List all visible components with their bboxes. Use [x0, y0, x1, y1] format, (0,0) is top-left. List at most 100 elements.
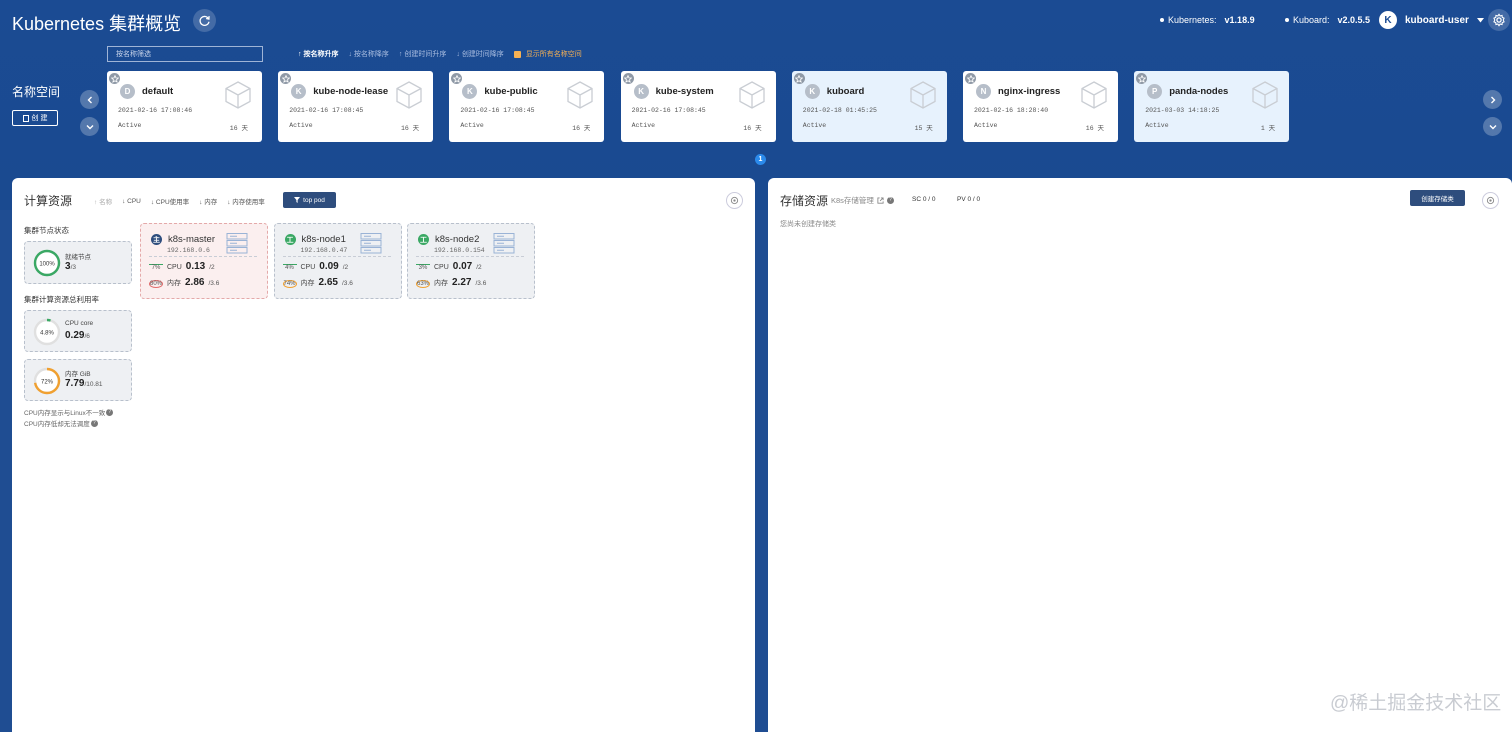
storage-panel: 存储资源 K8s存储管理 ? SC 0 / 0 PV 0 / 0 创建存储类 您… — [768, 178, 1512, 732]
ready-nodes-label: 就绪节点 — [65, 254, 91, 261]
namespace-avatar: K — [633, 84, 649, 99]
node-cpu-row: 4% CPU 0.09/2 — [282, 261, 349, 272]
namespace-avatar: K — [462, 84, 478, 99]
favorite-button[interactable] — [793, 73, 805, 84]
sort-by-mem-usage[interactable]: ↓ 内存使用率 — [227, 196, 265, 206]
namespace-card[interactable]: Kkube-public 2021-02-16 17:08:45 Active 16 … — [449, 71, 605, 142]
namespace-name: kube-system — [655, 86, 714, 97]
scroll-right-button[interactable] — [1483, 90, 1502, 109]
cube-icon — [396, 81, 422, 109]
node-cpu-total: /2 — [342, 264, 349, 271]
server-icon — [360, 233, 381, 254]
favorite-button[interactable] — [451, 73, 463, 84]
user-menu[interactable]: K kuboard-user — [1379, 11, 1484, 29]
node-cpu-label: CPU — [167, 264, 182, 271]
refresh-button[interactable] — [193, 9, 216, 32]
star-icon — [624, 74, 633, 83]
mem-total-value: 7.79/10.81 — [65, 378, 103, 389]
watermark: @稀土掘金技术社区 — [1330, 693, 1502, 714]
namespace-created: 2021-02-16 17:08:46 — [118, 107, 193, 114]
mem-total-label: 内存 GiB — [65, 371, 91, 378]
favorite-button[interactable] — [965, 73, 976, 84]
sort-by-name[interactable]: ↑ 名称 — [94, 196, 112, 206]
pagination-page-1[interactable]: 1 — [755, 154, 766, 165]
namespace-avatar: P — [1147, 84, 1163, 99]
cube-icon — [1252, 81, 1278, 109]
node-role-badge: 工 — [418, 234, 429, 245]
chevron-left-icon — [87, 96, 92, 103]
namespace-name: kube-public — [484, 86, 538, 97]
node-card[interactable]: 主 k8s-master 192.168.0.6 7% CPU 0.13/2 80% 内存 2.… — [140, 223, 268, 299]
namespace-card[interactable]: Kkube-system 2021-02-16 17:08:45 Active 16 … — [620, 71, 776, 142]
node-mem-percent: 74% — [282, 280, 297, 288]
node-mem-total: /3.6 — [475, 280, 487, 287]
create-namespace-button[interactable]: 创 建 — [12, 110, 58, 126]
node-cpu-value: 0.07 — [452, 261, 473, 272]
storage-settings-button[interactable] — [1482, 192, 1499, 209]
namespace-age: 16 天 — [1085, 125, 1104, 132]
compute-settings-button[interactable] — [726, 192, 743, 209]
server-icon — [226, 233, 248, 254]
namespace-status: Active — [974, 122, 998, 129]
namespace-sort-options: ↑ 按名称升序 ↓ 按名称降序 ↑ 创建时间升序 ↓ 创建时间降序 显示所有名称… — [298, 49, 582, 59]
node-name: k8s-node2 — [435, 234, 480, 245]
namespace-age: 16 天 — [229, 125, 248, 132]
namespace-filter-input[interactable] — [107, 46, 263, 62]
sort-by-cpu[interactable]: ↓ CPU — [122, 198, 141, 205]
favorite-button[interactable] — [109, 73, 120, 84]
kubernetes-version: Kubernetes: v1.18.9 — [1160, 15, 1255, 25]
external-link-icon — [877, 197, 884, 204]
collapse-button[interactable] — [1483, 117, 1502, 136]
cpu-total-value: 0.29/6 — [65, 330, 90, 341]
sort-name-desc[interactable]: ↓ 按名称降序 — [348, 49, 388, 59]
sc-count: SC 0 / 0 — [912, 196, 936, 203]
namespace-created: 2021-03-03 14:18:25 — [1145, 107, 1220, 114]
namespace-status: Active — [802, 122, 827, 129]
sort-time-asc[interactable]: ↑ 创建时间升序 — [399, 49, 446, 59]
scroll-left-button[interactable] — [80, 90, 99, 109]
expand-down-button[interactable] — [80, 117, 99, 136]
namespace-card[interactable]: Kkuboard 2021-02-18 01:45:25 Active 15 天 — [791, 71, 947, 142]
cluster-usage-label: 集群计算资源总利用率 — [24, 295, 99, 304]
mem-total-percent: 72% — [41, 380, 54, 386]
favorite-button[interactable] — [280, 73, 292, 84]
node-mem-value: 2.65 — [318, 277, 338, 288]
document-icon — [22, 114, 29, 122]
namespace-age: 16 天 — [572, 125, 591, 132]
settings-button[interactable] — [1488, 9, 1510, 31]
namespace-card[interactable]: Ppanda-nodes 2021-03-03 14:18:25 Active 1 天 — [1134, 71, 1290, 142]
cube-icon — [738, 81, 765, 109]
namespace-age: 16 天 — [743, 125, 762, 132]
chevron-down-icon — [1489, 124, 1496, 129]
note-linux-mismatch[interactable]: CPU内存显示与Linux不一致? — [24, 407, 114, 417]
namespace-status: Active — [460, 122, 484, 129]
sort-by-mem[interactable]: ↓ 内存 — [199, 196, 217, 206]
star-icon — [281, 74, 290, 83]
note-cannot-schedule[interactable]: CPU内存低却无法调度? — [24, 418, 98, 428]
namespace-card[interactable]: Ddefault 2021-02-16 17:08:46 Active 16 天 — [107, 71, 262, 142]
question-icon: ? — [886, 197, 894, 204]
chevron-right-icon — [1490, 96, 1495, 103]
sort-time-desc[interactable]: ↓ 创建时间降序 — [456, 49, 503, 59]
storage-management-link[interactable]: K8s存储管理 ? — [831, 195, 894, 206]
favorite-button[interactable] — [1136, 73, 1148, 84]
node-cpu-label: CPU — [300, 264, 316, 271]
node-cpu-value: 0.13 — [185, 261, 206, 272]
node-mem-row: 63% 内存 2.27/3.6 — [416, 277, 486, 288]
sort-name-asc[interactable]: ↑ 按名称升序 — [298, 49, 338, 59]
node-card[interactable]: 工 k8s-node2 192.168.0.154 3% CPU 0.07/2 63% 内存 2… — [407, 223, 535, 299]
namespace-status: Active — [118, 122, 142, 129]
namespace-card[interactable]: Nnginx-ingress 2021-02-16 18:28:40 Active 1… — [963, 71, 1118, 142]
node-mem-label: 内存 — [300, 280, 315, 287]
sort-by-cpu-usage[interactable]: ↓ CPU使用率 — [151, 196, 189, 206]
cpu-total-label: CPU core — [65, 320, 94, 327]
favorite-button[interactable] — [622, 73, 634, 84]
show-all-checkbox[interactable]: 显示所有名称空间 — [513, 49, 582, 59]
node-cpu-total: /2 — [209, 264, 215, 271]
top-pod-button[interactable]: top pod — [283, 192, 336, 208]
create-storage-class-button[interactable]: 创建存储类 — [1410, 190, 1465, 206]
node-card[interactable]: 工 k8s-node1 192.168.0.47 4% CPU 0.09/2 74% 内存 2.… — [273, 223, 402, 299]
node-cpu-percent: 3% — [416, 264, 430, 271]
namespace-card[interactable]: Kkube-node-lease 2021-02-16 17:08:45 Activ… — [278, 71, 434, 142]
checkbox-icon — [513, 50, 521, 58]
